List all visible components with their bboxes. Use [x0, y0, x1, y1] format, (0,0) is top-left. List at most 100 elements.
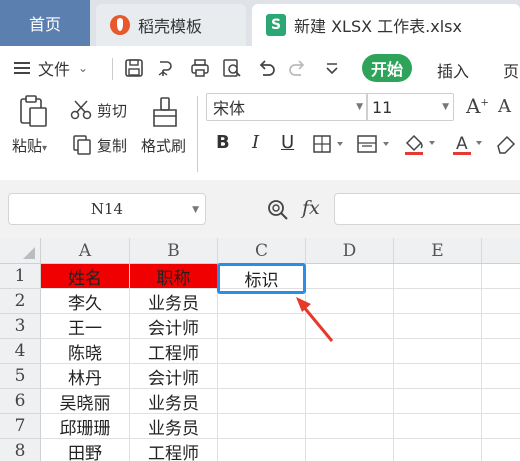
customize-toolbar-icon[interactable]	[322, 58, 342, 78]
cell-a7[interactable]: 邱珊珊	[41, 414, 130, 439]
column-header-d[interactable]: D	[306, 238, 394, 264]
grow-font-button[interactable]: A+	[466, 94, 489, 118]
paste-button[interactable]: 粘贴▾	[12, 135, 47, 156]
row-header-7[interactable]: 7	[0, 414, 41, 439]
tab-home-label: 首页	[28, 15, 61, 34]
paste-label: 粘贴	[12, 137, 43, 155]
cell-a1[interactable]: 姓名	[41, 264, 130, 289]
divider	[197, 96, 198, 172]
row-header-4[interactable]: 4	[0, 339, 41, 364]
redo-icon[interactable]	[288, 58, 308, 78]
copy-button[interactable]: 复制	[97, 135, 127, 156]
cell-a6[interactable]: 吴晓丽	[41, 389, 130, 414]
paste-icon[interactable]	[18, 94, 50, 128]
tab-template-label: 稻壳模板	[138, 17, 203, 36]
spreadsheet-icon: S	[266, 14, 286, 36]
file-menu-label: 文件	[38, 60, 71, 79]
format-painter-icon[interactable]	[150, 96, 180, 128]
select-all-button[interactable]	[0, 238, 41, 264]
tab-page-layout[interactable]: 页	[503, 58, 519, 82]
tab-bar: 首页 稻壳模板 S 新建 XLSX 工作表.xlsx	[0, 0, 520, 46]
shrink-font-icon: A	[498, 96, 511, 117]
cell-b2[interactable]: 业务员	[130, 289, 218, 314]
grow-font-icon: A	[466, 94, 481, 118]
row-header-2[interactable]: 2	[0, 289, 41, 314]
cell-b8[interactable]: 工程师	[130, 439, 218, 461]
font-size-value: 11	[372, 97, 393, 117]
print-icon[interactable]	[190, 58, 210, 78]
tab-template[interactable]: 稻壳模板	[96, 4, 246, 46]
font-size-select[interactable]: 11 ▼	[366, 93, 454, 121]
cell-c1-text: 标识	[244, 271, 279, 291]
cell-c1-selected[interactable]: 标识	[217, 263, 306, 294]
row-header-1[interactable]: 1	[0, 264, 41, 289]
divider	[112, 58, 113, 80]
name-box-value: N14	[90, 200, 124, 218]
cell-a8[interactable]: 田野	[41, 439, 130, 461]
cut-button[interactable]: 剪切	[97, 100, 127, 121]
cell-b7[interactable]: 业务员	[130, 414, 218, 439]
tab-page-layout-label: 页	[503, 62, 520, 81]
font-name-value: 宋体	[213, 99, 246, 118]
formula-bar: N14 ▼ fx	[0, 180, 520, 238]
tab-document[interactable]: S 新建 XLSX 工作表.xlsx	[252, 4, 520, 46]
shrink-font-button[interactable]: A	[498, 96, 511, 117]
hamburger-icon	[14, 62, 30, 74]
cell-a2[interactable]: 李久	[41, 289, 130, 314]
caret-down-icon: ▼	[442, 102, 449, 112]
scissors-icon[interactable]	[70, 100, 92, 120]
undo-icon[interactable]	[256, 58, 276, 78]
chevron-down-icon: ⌄	[78, 61, 89, 75]
row-header-6[interactable]: 6	[0, 389, 41, 414]
tab-insert-label: 插入	[437, 62, 470, 81]
cell-b5[interactable]: 会计师	[130, 364, 218, 389]
merge-cells-icon[interactable]	[356, 134, 392, 154]
menu-bar: 文件 ⌄ 开始 插入 页	[0, 46, 520, 88]
cell-a3[interactable]: 王一	[41, 314, 130, 339]
column-header-a[interactable]: A	[41, 238, 130, 264]
column-header-c[interactable]: C	[218, 238, 306, 264]
column-header[interactable]	[482, 238, 520, 264]
underline-button[interactable]: U	[281, 132, 294, 153]
ribbon: 粘贴▾ 剪切 复制 格式刷 宋体 ▼ 11 ▼ A+ A B I U A	[0, 88, 520, 180]
formula-input[interactable]	[334, 193, 520, 225]
caret-down-icon: ▼	[356, 102, 363, 112]
tab-start-label: 开始	[370, 60, 403, 79]
zoom-search-icon[interactable]	[266, 198, 290, 222]
cell-b6[interactable]: 业务员	[130, 389, 218, 414]
borders-icon[interactable]	[312, 134, 346, 154]
spreadsheet-grid: A B C D E 1 2 3 4 5 6 7 8 姓名 职称 李久 王一 陈晓…	[0, 238, 520, 461]
italic-button[interactable]: I	[252, 132, 259, 153]
row-header-5[interactable]: 5	[0, 364, 41, 389]
cell-b4[interactable]: 工程师	[130, 339, 218, 364]
tab-home[interactable]: 首页	[0, 0, 90, 46]
cell-b3[interactable]: 会计师	[130, 314, 218, 339]
file-menu-button[interactable]: 文件 ⌄	[14, 56, 88, 80]
cell-a4[interactable]: 陈晓	[41, 339, 130, 364]
tab-start[interactable]: 开始	[362, 54, 412, 82]
font-color-icon[interactable]: A	[450, 132, 486, 156]
fill-color-icon[interactable]	[402, 132, 438, 156]
font-name-select[interactable]: 宋体 ▼	[206, 93, 368, 121]
cell-b1[interactable]: 职称	[130, 264, 218, 289]
row-header-8[interactable]: 8	[0, 439, 41, 461]
print-preview-icon[interactable]	[222, 58, 242, 78]
column-header-e[interactable]: E	[394, 238, 482, 264]
insert-function-button[interactable]: fx	[302, 197, 320, 219]
eraser-icon[interactable]	[494, 132, 520, 156]
cell-a5[interactable]: 林丹	[41, 364, 130, 389]
row-header-3[interactable]: 3	[0, 314, 41, 339]
svg-text:A: A	[456, 134, 468, 154]
caret-down-icon: ▼	[192, 205, 199, 215]
name-box[interactable]: N14 ▼	[8, 193, 206, 225]
export-pdf-icon[interactable]	[156, 58, 176, 78]
column-header-b[interactable]: B	[130, 238, 218, 264]
copy-icon[interactable]	[72, 134, 92, 156]
caret-down-icon: ▾	[42, 143, 48, 154]
save-icon[interactable]	[124, 58, 144, 78]
tab-document-label: 新建 XLSX 工作表.xlsx	[294, 17, 462, 36]
tab-insert[interactable]: 插入	[437, 58, 469, 82]
daoke-logo-icon	[110, 15, 130, 35]
bold-button[interactable]: B	[216, 132, 230, 153]
format-painter-button[interactable]: 格式刷	[141, 135, 186, 156]
